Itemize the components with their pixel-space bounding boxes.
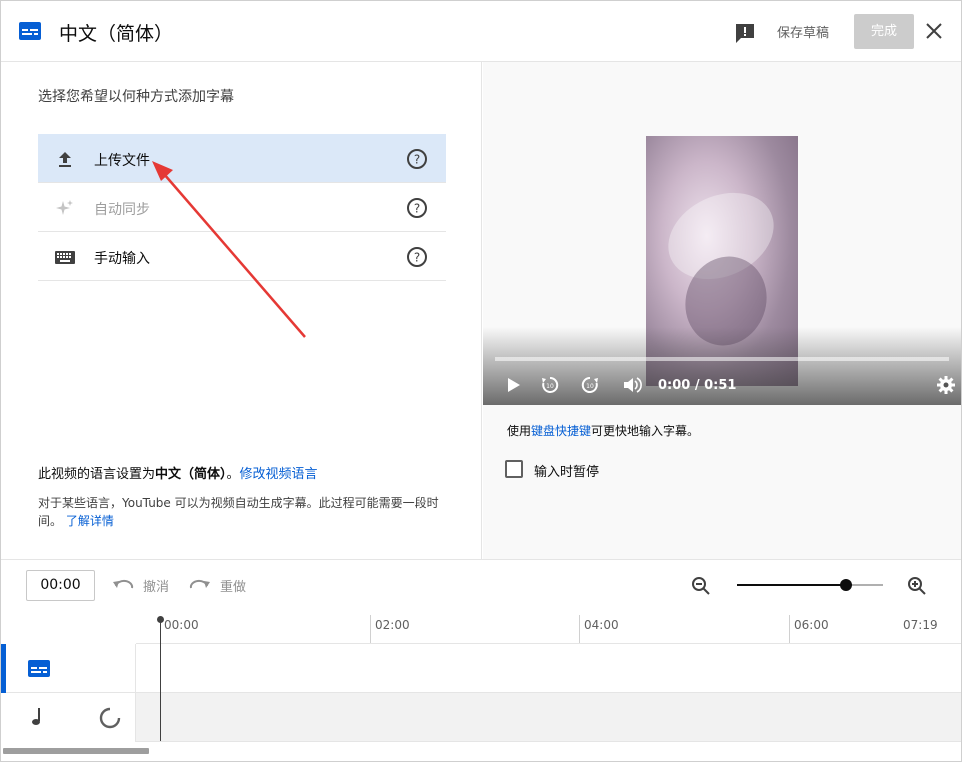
method-options: 上传文件 ? 自动同步 ? 手动输入 ? bbox=[38, 134, 446, 281]
help-icon[interactable]: ? bbox=[406, 148, 428, 170]
option-label: 上传文件 bbox=[94, 153, 150, 169]
language-title: 中文（简体） bbox=[59, 23, 174, 45]
method-prompt: 选择您希望以何种方式添加字幕 bbox=[38, 89, 234, 105]
lang-prefix: 此视频的语言设置为 bbox=[38, 467, 156, 482]
play-icon[interactable] bbox=[503, 375, 523, 395]
dialog-header: 中文（简体） 保存草稿 完成 bbox=[1, 1, 961, 62]
zoom-in-icon[interactable] bbox=[907, 576, 927, 596]
help-icon[interactable]: ? bbox=[406, 197, 428, 219]
lang-value: 中文（简体） bbox=[155, 467, 227, 482]
forward-10-icon[interactable]: 10 bbox=[580, 375, 600, 395]
keyboard-shortcut-hint: 使用键盘快捷键可更快地输入字幕。 bbox=[507, 422, 699, 439]
zoom-out-icon[interactable] bbox=[691, 576, 711, 596]
done-button[interactable]: 完成 bbox=[854, 14, 914, 49]
auto-sync-option: 自动同步 ? bbox=[38, 183, 446, 232]
option-label: 手动输入 bbox=[94, 251, 150, 267]
svg-text:?: ? bbox=[414, 153, 420, 167]
svg-text:10: 10 bbox=[586, 383, 594, 390]
auto-caption-note: 对于某些语言，YouTube 可以为视频自动生成字幕。此过程可能需要一段时间。 … bbox=[38, 494, 448, 530]
playhead-handle[interactable] bbox=[157, 616, 164, 623]
pause-label: 输入时暂停 bbox=[534, 465, 600, 480]
subtitles-icon bbox=[19, 22, 41, 40]
feedback-icon[interactable] bbox=[734, 22, 756, 44]
redo-button[interactable]: 重做 bbox=[220, 576, 246, 595]
music-note-icon bbox=[32, 708, 40, 725]
rewind-10-icon[interactable]: 10 bbox=[540, 375, 560, 395]
upload-file-option[interactable]: 上传文件 ? bbox=[38, 134, 446, 183]
zoom-slider-handle[interactable] bbox=[840, 579, 852, 591]
keyboard-shortcuts-link[interactable]: 键盘快捷键 bbox=[531, 424, 591, 438]
svg-text:?: ? bbox=[414, 202, 420, 216]
time-display: 0:00 / 0:51 bbox=[658, 378, 737, 393]
preview-panel: 10 10 0:00 / 0:51 使用键盘快捷键可更快地输入字幕。 输入时暂停 bbox=[483, 62, 961, 559]
subtitle-editor-dialog: 中文（简体） 保存草稿 完成 选择您希望以何种方式添加字幕 上传文件 ? 自动同… bbox=[0, 0, 962, 762]
option-label: 自动同步 bbox=[94, 202, 150, 218]
zoom-slider[interactable] bbox=[737, 584, 883, 586]
svg-text:10: 10 bbox=[546, 383, 554, 390]
subtitles-track-icon bbox=[28, 660, 50, 677]
audio-track[interactable] bbox=[1, 693, 961, 742]
ruler-tick: 07:19 bbox=[903, 618, 938, 632]
upload-icon bbox=[59, 152, 71, 167]
kbd-prefix: 使用 bbox=[507, 424, 532, 438]
add-method-panel: 选择您希望以何种方式添加字幕 上传文件 ? 自动同步 ? 手动输入 ? 此视频的… bbox=[1, 62, 482, 559]
loading-spinner-icon bbox=[99, 707, 121, 729]
settings-gear-icon[interactable] bbox=[936, 375, 956, 395]
manual-input-option[interactable]: 手动输入 ? bbox=[38, 232, 446, 281]
pause-checkbox[interactable] bbox=[505, 460, 523, 478]
horizontal-scrollbar[interactable] bbox=[3, 748, 149, 754]
video-language-note: 此视频的语言设置为中文（简体）。修改视频语言 bbox=[38, 463, 318, 482]
current-time-input[interactable]: 00:00 bbox=[26, 570, 95, 601]
ruler-tick: 02:00 bbox=[370, 615, 410, 643]
playhead[interactable] bbox=[160, 619, 161, 741]
progress-bar[interactable] bbox=[495, 357, 949, 361]
sparkle-icon bbox=[56, 200, 73, 215]
ruler-tick: 04:00 bbox=[579, 615, 619, 643]
timeline-panel: 00:00 撤消 重做 00:00 02:00 04:00 06:00 07:1… bbox=[1, 559, 961, 761]
undo-button[interactable]: 撤消 bbox=[143, 576, 169, 595]
timeline-ruler[interactable]: 00:00 02:00 04:00 06:00 07:19 bbox=[136, 615, 961, 644]
save-draft-button[interactable]: 保存草稿 bbox=[777, 22, 829, 41]
keyboard-icon bbox=[55, 251, 75, 264]
subtitle-track[interactable] bbox=[1, 644, 961, 693]
close-icon[interactable] bbox=[925, 22, 943, 40]
change-language-link[interactable]: 修改视频语言 bbox=[240, 467, 318, 482]
video-player[interactable]: 10 10 0:00 / 0:51 bbox=[483, 62, 961, 405]
ruler-tick: 00:00 bbox=[164, 618, 199, 632]
undo-icon[interactable] bbox=[112, 577, 134, 593]
svg-text:?: ? bbox=[414, 251, 420, 265]
help-icon[interactable]: ? bbox=[406, 246, 428, 268]
lang-sep: 。 bbox=[226, 467, 240, 482]
kbd-suffix: 可更快地输入字幕。 bbox=[591, 424, 700, 438]
volume-icon[interactable] bbox=[622, 375, 642, 395]
ruler-tick: 06:00 bbox=[789, 615, 829, 643]
redo-icon[interactable] bbox=[189, 577, 211, 593]
learn-more-link[interactable]: 了解详情 bbox=[66, 514, 114, 528]
